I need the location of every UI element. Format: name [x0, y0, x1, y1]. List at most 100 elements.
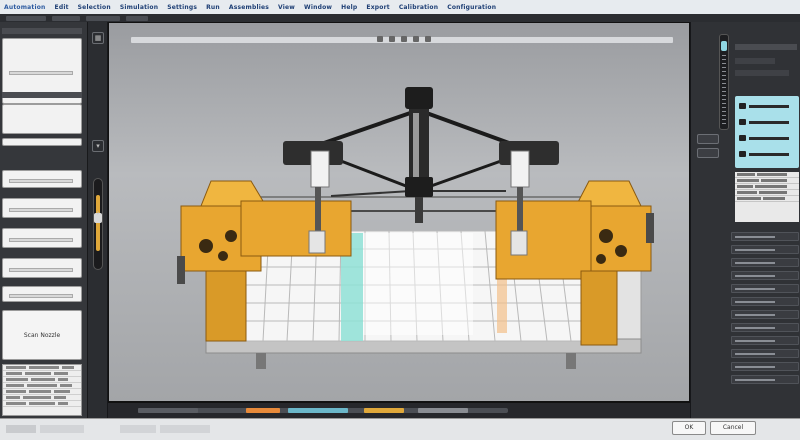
ok-button[interactable]: OK	[672, 421, 706, 435]
right-probe-tip	[510, 230, 528, 256]
left-leg	[205, 270, 247, 342]
grid-icon[interactable]: ▦	[92, 32, 104, 44]
panel-header	[2, 92, 82, 98]
menu-item-assemblies[interactable]: Assemblies	[229, 4, 269, 11]
dropdown-icon[interactable]: ▾	[92, 140, 104, 152]
timeline-clip[interactable]	[288, 408, 348, 413]
tab[interactable]	[86, 15, 120, 21]
layer-card[interactable]	[2, 286, 82, 302]
panel-header	[2, 28, 82, 34]
3d-viewport[interactable]	[108, 22, 690, 402]
layer-card[interactable]	[2, 170, 82, 188]
menu-item-selection[interactable]: Selection	[78, 4, 111, 11]
layer-thumbnail	[9, 268, 73, 272]
timeline-clip[interactable]	[418, 408, 468, 413]
list-item[interactable]	[735, 196, 799, 202]
base-foot	[566, 353, 576, 369]
slider-ticks	[722, 55, 726, 125]
property-row[interactable]	[739, 134, 789, 142]
right-leg	[580, 270, 618, 346]
timeline-track[interactable]	[138, 408, 508, 413]
left-carriage	[240, 200, 352, 257]
tab[interactable]	[126, 15, 148, 21]
layer-thumbnail	[9, 238, 73, 242]
end-effector	[405, 177, 433, 197]
cancel-button[interactable]: Cancel	[710, 421, 756, 435]
layer-card[interactable]	[2, 228, 82, 248]
zoom-slider[interactable]	[93, 178, 103, 270]
apply-button[interactable]	[697, 134, 719, 144]
settings-icon	[739, 119, 746, 125]
properties-panel	[735, 96, 799, 168]
tab[interactable]	[52, 15, 80, 21]
delta-arm	[340, 159, 407, 188]
slider-fill	[96, 195, 100, 251]
layer-card[interactable]	[2, 104, 82, 134]
slider-knob[interactable]	[721, 41, 727, 51]
linkage	[330, 190, 412, 197]
table-row[interactable]	[3, 401, 81, 407]
property-field[interactable]	[731, 232, 799, 241]
menu-item-help[interactable]: Help	[341, 4, 357, 11]
property-row[interactable]	[739, 102, 789, 110]
preview-panel[interactable]: Scan Nozzle	[2, 310, 82, 360]
bolt-hole	[199, 239, 213, 253]
left-panel: Scan Nozzle	[0, 22, 88, 418]
status-segment	[120, 425, 156, 433]
menu-item-settings[interactable]: Settings	[167, 4, 197, 11]
timeline-clip[interactable]	[138, 408, 198, 413]
menu-item-export[interactable]: Export	[366, 4, 389, 11]
property-field[interactable]	[731, 284, 799, 293]
menu-item-window[interactable]: Window	[304, 4, 332, 11]
property-field[interactable]	[731, 362, 799, 371]
nozzle	[415, 197, 423, 223]
panel-title-bar	[735, 44, 797, 50]
info-icon	[739, 151, 746, 157]
tab[interactable]	[6, 15, 46, 21]
parameter-table	[2, 364, 82, 416]
opacity-slider[interactable]	[719, 34, 729, 130]
timeline-clip[interactable]	[246, 408, 280, 413]
bolt-hole	[225, 230, 237, 242]
left-probe-tip	[308, 230, 326, 254]
property-field[interactable]	[731, 245, 799, 254]
menu-item-automation[interactable]: Automation	[4, 4, 46, 11]
menu-item-calibration[interactable]: Calibration	[399, 4, 438, 11]
property-row[interactable]	[739, 150, 789, 158]
right-clamp	[646, 213, 654, 243]
base-foot	[256, 353, 266, 369]
right-gripper	[510, 150, 530, 188]
property-field[interactable]	[731, 258, 799, 267]
menu-item-configuration[interactable]: Configuration	[447, 4, 496, 11]
layer-card[interactable]	[2, 258, 82, 278]
tool-strip: ▦ ▾ ›	[88, 22, 108, 418]
property-field[interactable]	[731, 323, 799, 332]
timeline	[108, 402, 690, 418]
layer-thumbnail	[9, 179, 73, 183]
layer-card[interactable]	[2, 198, 82, 218]
property-row[interactable]	[739, 118, 789, 126]
menu-item-edit[interactable]: Edit	[55, 4, 69, 11]
property-field[interactable]	[731, 336, 799, 345]
right-panel	[690, 22, 800, 418]
property-field[interactable]	[731, 271, 799, 280]
property-field[interactable]	[731, 349, 799, 358]
menu-item-view[interactable]: View	[278, 4, 295, 11]
robot-scene	[177, 87, 654, 369]
menu-item-simulation[interactable]: Simulation	[120, 4, 158, 11]
property-field[interactable]	[731, 297, 799, 306]
timeline-clip[interactable]	[364, 408, 404, 413]
layer-card[interactable]	[2, 138, 82, 146]
chevron-right-icon[interactable]: ›	[94, 208, 102, 220]
menu-item-run[interactable]: Run	[206, 4, 220, 11]
delta-arm	[430, 159, 502, 188]
reset-button[interactable]	[697, 148, 719, 158]
component-list	[735, 172, 799, 222]
left-gripper	[310, 150, 330, 188]
property-field[interactable]	[731, 310, 799, 319]
property-fields	[731, 232, 799, 388]
property-field[interactable]	[731, 375, 799, 384]
app-window: Automation Edit Selection Simulation Set…	[0, 0, 800, 440]
column-highlight	[413, 113, 419, 177]
layer-thumbnail	[9, 71, 73, 75]
